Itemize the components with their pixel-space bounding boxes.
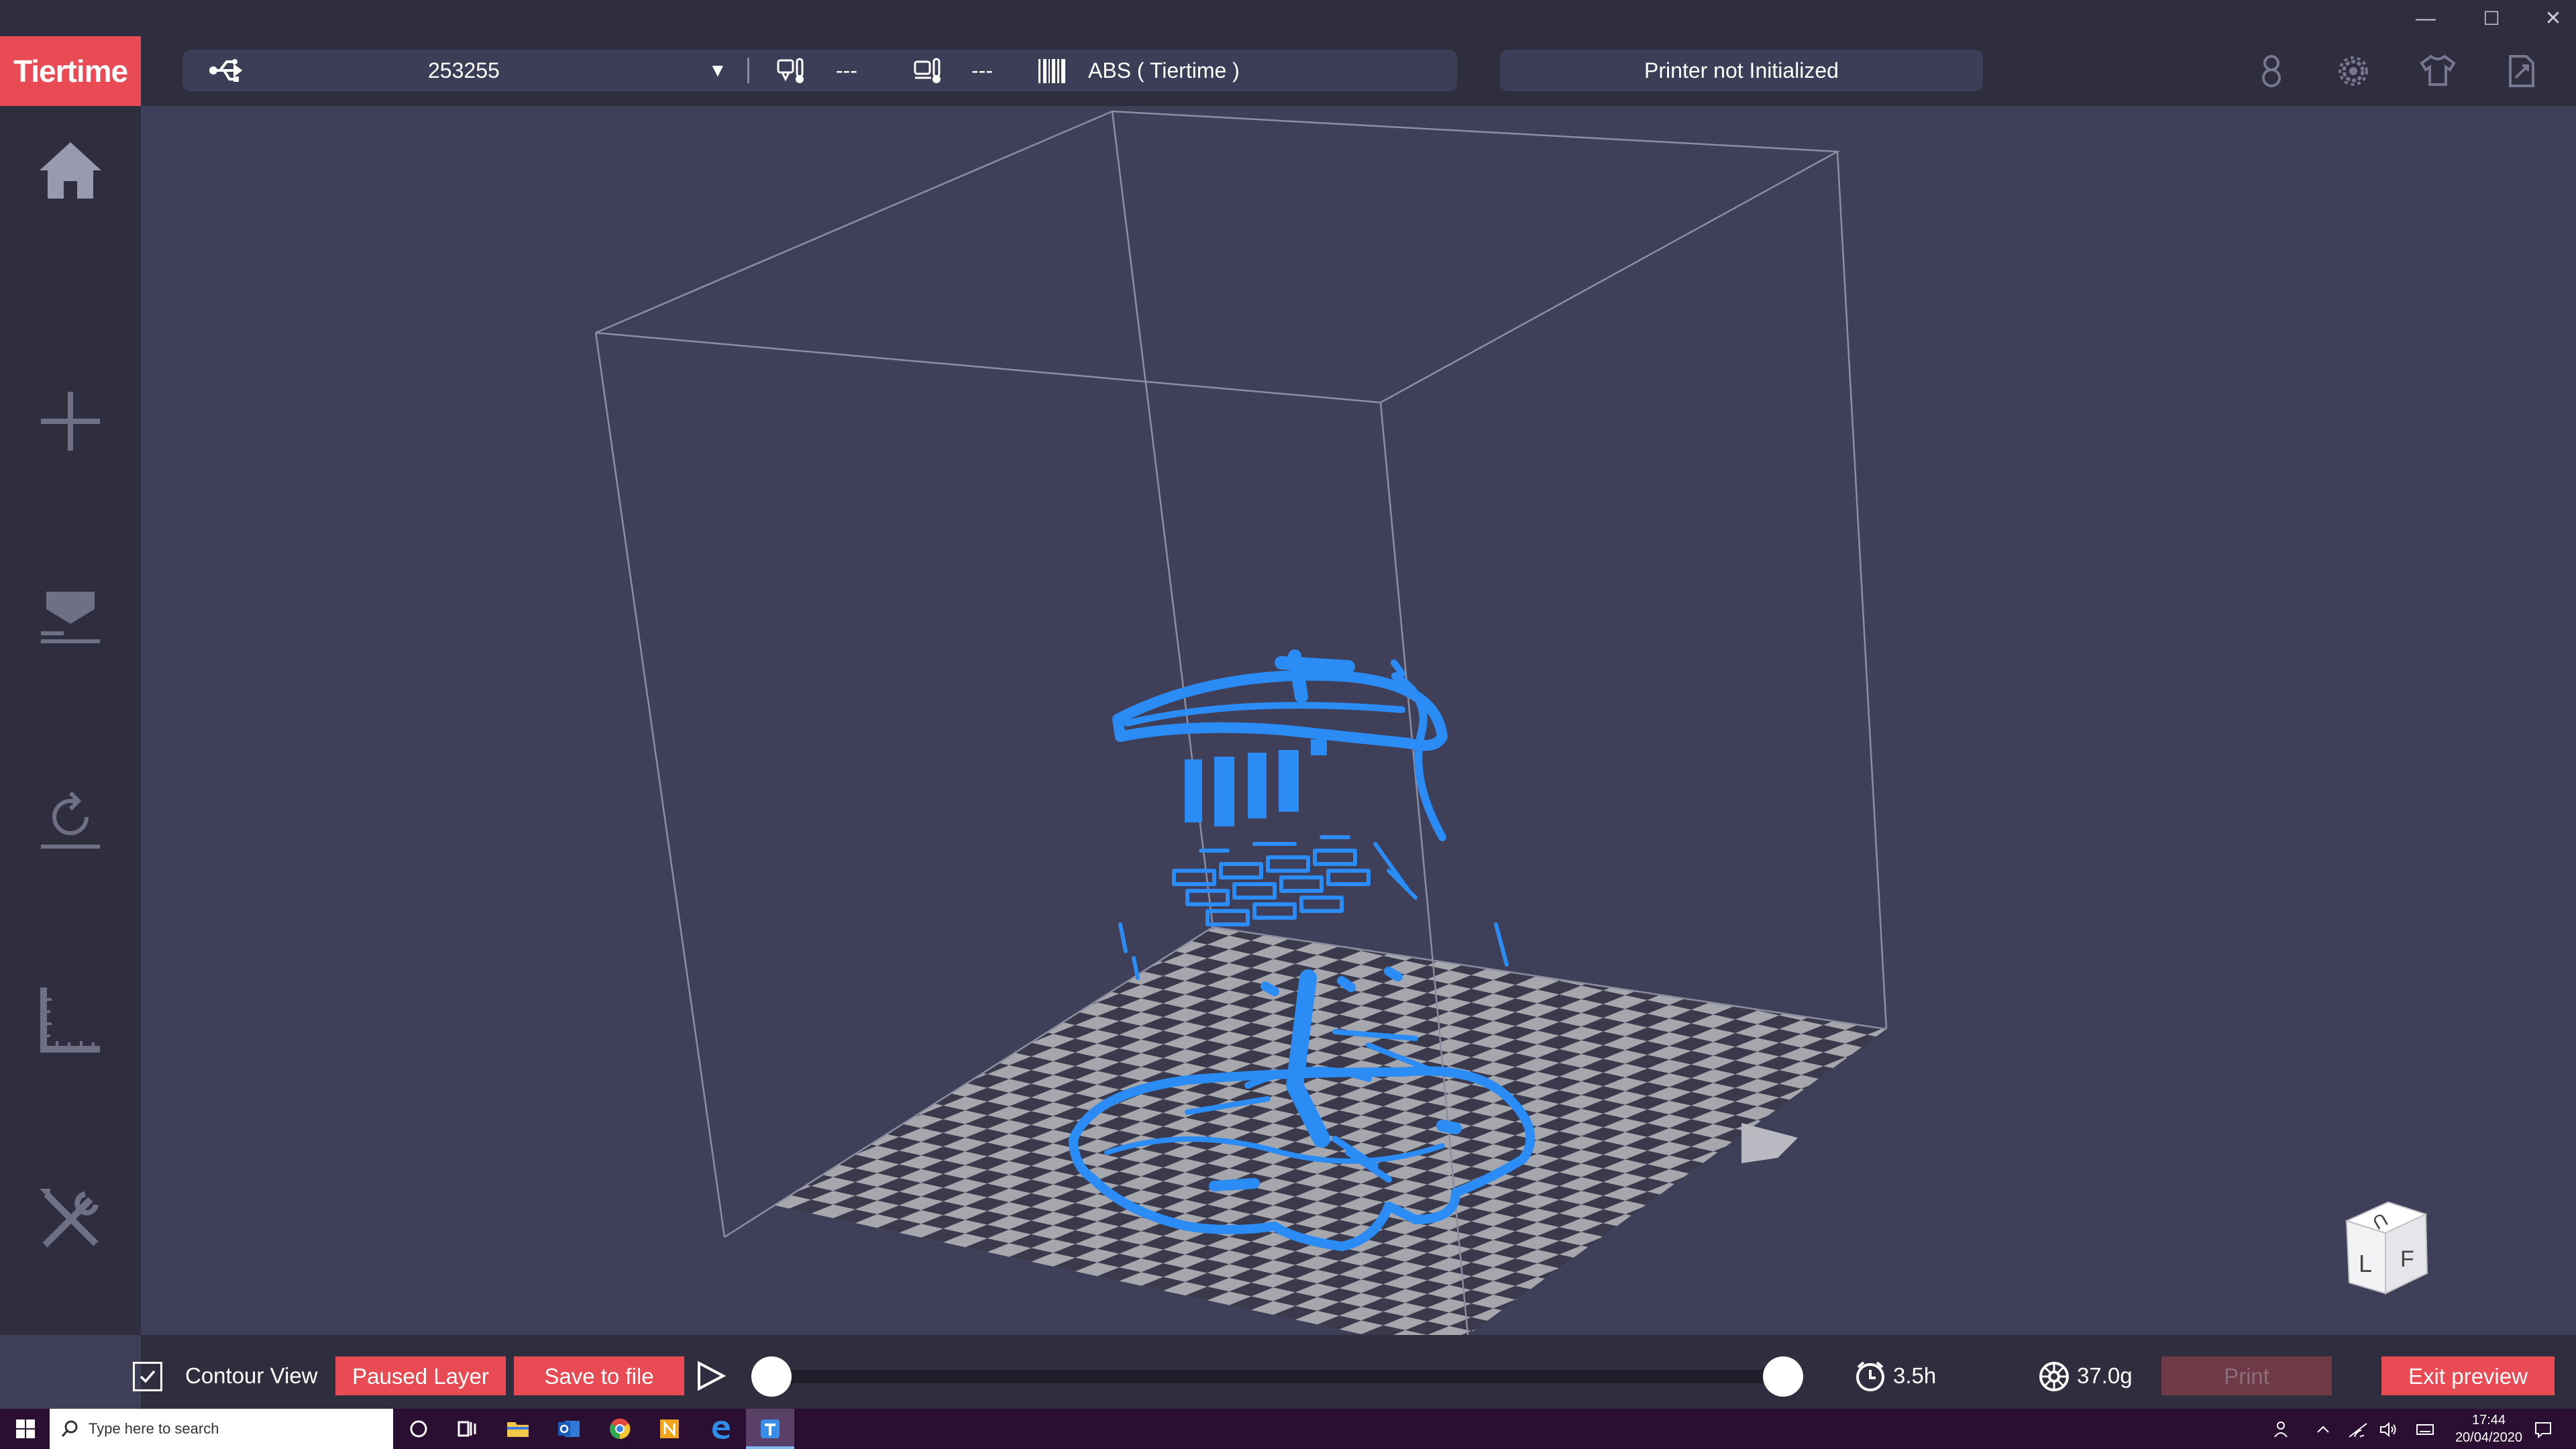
- print-tray-icon[interactable]: [30, 576, 111, 656]
- tools-icon[interactable]: [30, 1179, 111, 1260]
- chrome-icon[interactable]: [606, 1415, 633, 1442]
- nozzle-temp-icon: [777, 58, 804, 83]
- export-icon[interactable]: [2505, 54, 2538, 89]
- contour-view-label[interactable]: Contour View: [185, 1356, 318, 1395]
- bed-temp-icon: [914, 58, 941, 83]
- printer-id[interactable]: 253255: [428, 50, 500, 91]
- bed-temp-value: ---: [971, 58, 993, 83]
- task-view-icon[interactable]: [453, 1415, 480, 1442]
- maximize-button[interactable]: ☐: [2478, 5, 2505, 32]
- taskbar-search-box[interactable]: Type here to search: [50, 1409, 393, 1449]
- nozzle-temp-value: ---: [836, 58, 857, 83]
- printer-info-bar: 253255 ▼ --- --- ABS ( Tiertime ): [182, 50, 1457, 91]
- view-cube[interactable]: U L F: [2332, 1193, 2446, 1327]
- tray-expand-icon[interactable]: [2314, 1421, 2332, 1438]
- start-icon[interactable]: [12, 1415, 39, 1442]
- material-name[interactable]: ABS ( Tiertime ): [1088, 50, 1240, 91]
- volume-icon[interactable]: [2379, 1421, 2399, 1438]
- view-cube-left-label[interactable]: L: [2359, 1250, 2372, 1277]
- title-bar: — ☐ ✕: [0, 0, 2576, 36]
- view-cube-front-label[interactable]: F: [2400, 1246, 2414, 1272]
- plus-icon[interactable]: [30, 381, 111, 462]
- app-logo[interactable]: Tiertime: [0, 36, 141, 106]
- usb-icon[interactable]: [208, 56, 248, 85]
- layer-range-end-handle[interactable]: [1763, 1356, 1803, 1397]
- minimize-button[interactable]: —: [2412, 5, 2439, 32]
- build-plate-front-marker: [1741, 1123, 1798, 1163]
- rotate-icon[interactable]: [30, 777, 111, 857]
- shirt-skin-icon[interactable]: [2419, 54, 2457, 87]
- print-button[interactable]: Print: [2161, 1356, 2332, 1395]
- left-sidebar: [0, 106, 141, 1335]
- layer-range-slider[interactable]: [771, 1370, 1784, 1383]
- contour-view-checkbox[interactable]: [133, 1362, 162, 1391]
- tiertime-icon[interactable]: [757, 1415, 784, 1442]
- ruler-icon[interactable]: [30, 978, 111, 1059]
- printer-status-text: Printer not Initialized: [1644, 58, 1839, 83]
- tiertime-active-indicator: [746, 1446, 794, 1449]
- search-icon: [61, 1420, 78, 1437]
- settings-gear-icon[interactable]: [2336, 54, 2371, 89]
- build-plate: [724, 927, 1886, 1335]
- taskbar-search-placeholder: Type here to search: [89, 1420, 219, 1437]
- keyboard-tray-icon[interactable]: [2415, 1422, 2435, 1437]
- people-icon[interactable]: [2273, 1419, 2293, 1440]
- filament-weight-estimate: 37.0g: [2077, 1363, 2133, 1388]
- print-count-icon[interactable]: [2257, 52, 2286, 90]
- clock-icon: [1856, 1361, 1884, 1391]
- printer-dropdown-chevron[interactable]: ▼: [708, 50, 727, 91]
- onenote-icon[interactable]: [656, 1415, 683, 1442]
- material-barcode-icon: [1038, 59, 1065, 83]
- edge-icon[interactable]: [707, 1415, 734, 1442]
- toolbar-divider: [747, 58, 749, 83]
- play-icon[interactable]: [694, 1359, 727, 1393]
- close-button[interactable]: ✕: [2540, 5, 2567, 32]
- 3d-viewport[interactable]: U L F: [141, 106, 2576, 1335]
- checkmark-icon: [140, 1370, 156, 1383]
- filament-spool-icon: [2039, 1362, 2069, 1391]
- taskbar-time[interactable]: 17:44: [2442, 1411, 2536, 1429]
- outlook-icon[interactable]: [555, 1415, 582, 1442]
- file-explorer-icon[interactable]: [504, 1415, 531, 1442]
- build-volume-scene[interactable]: [141, 106, 2576, 1335]
- network-icon[interactable]: [2348, 1421, 2368, 1438]
- save-to-file-button[interactable]: Save to file: [514, 1356, 684, 1395]
- notifications-icon[interactable]: [2533, 1419, 2553, 1440]
- taskbar-date[interactable]: 20/04/2020: [2442, 1429, 2536, 1446]
- print-time-estimate: 3.5h: [1893, 1363, 1937, 1388]
- home-icon[interactable]: [30, 133, 111, 213]
- cortana-icon[interactable]: [405, 1415, 432, 1442]
- exit-preview-button[interactable]: Exit preview: [2381, 1356, 2555, 1395]
- layer-range-start-handle[interactable]: [751, 1356, 792, 1397]
- paused-layer-button[interactable]: Paused Layer: [335, 1356, 506, 1395]
- printer-status-bar: Printer not Initialized: [1500, 50, 1983, 91]
